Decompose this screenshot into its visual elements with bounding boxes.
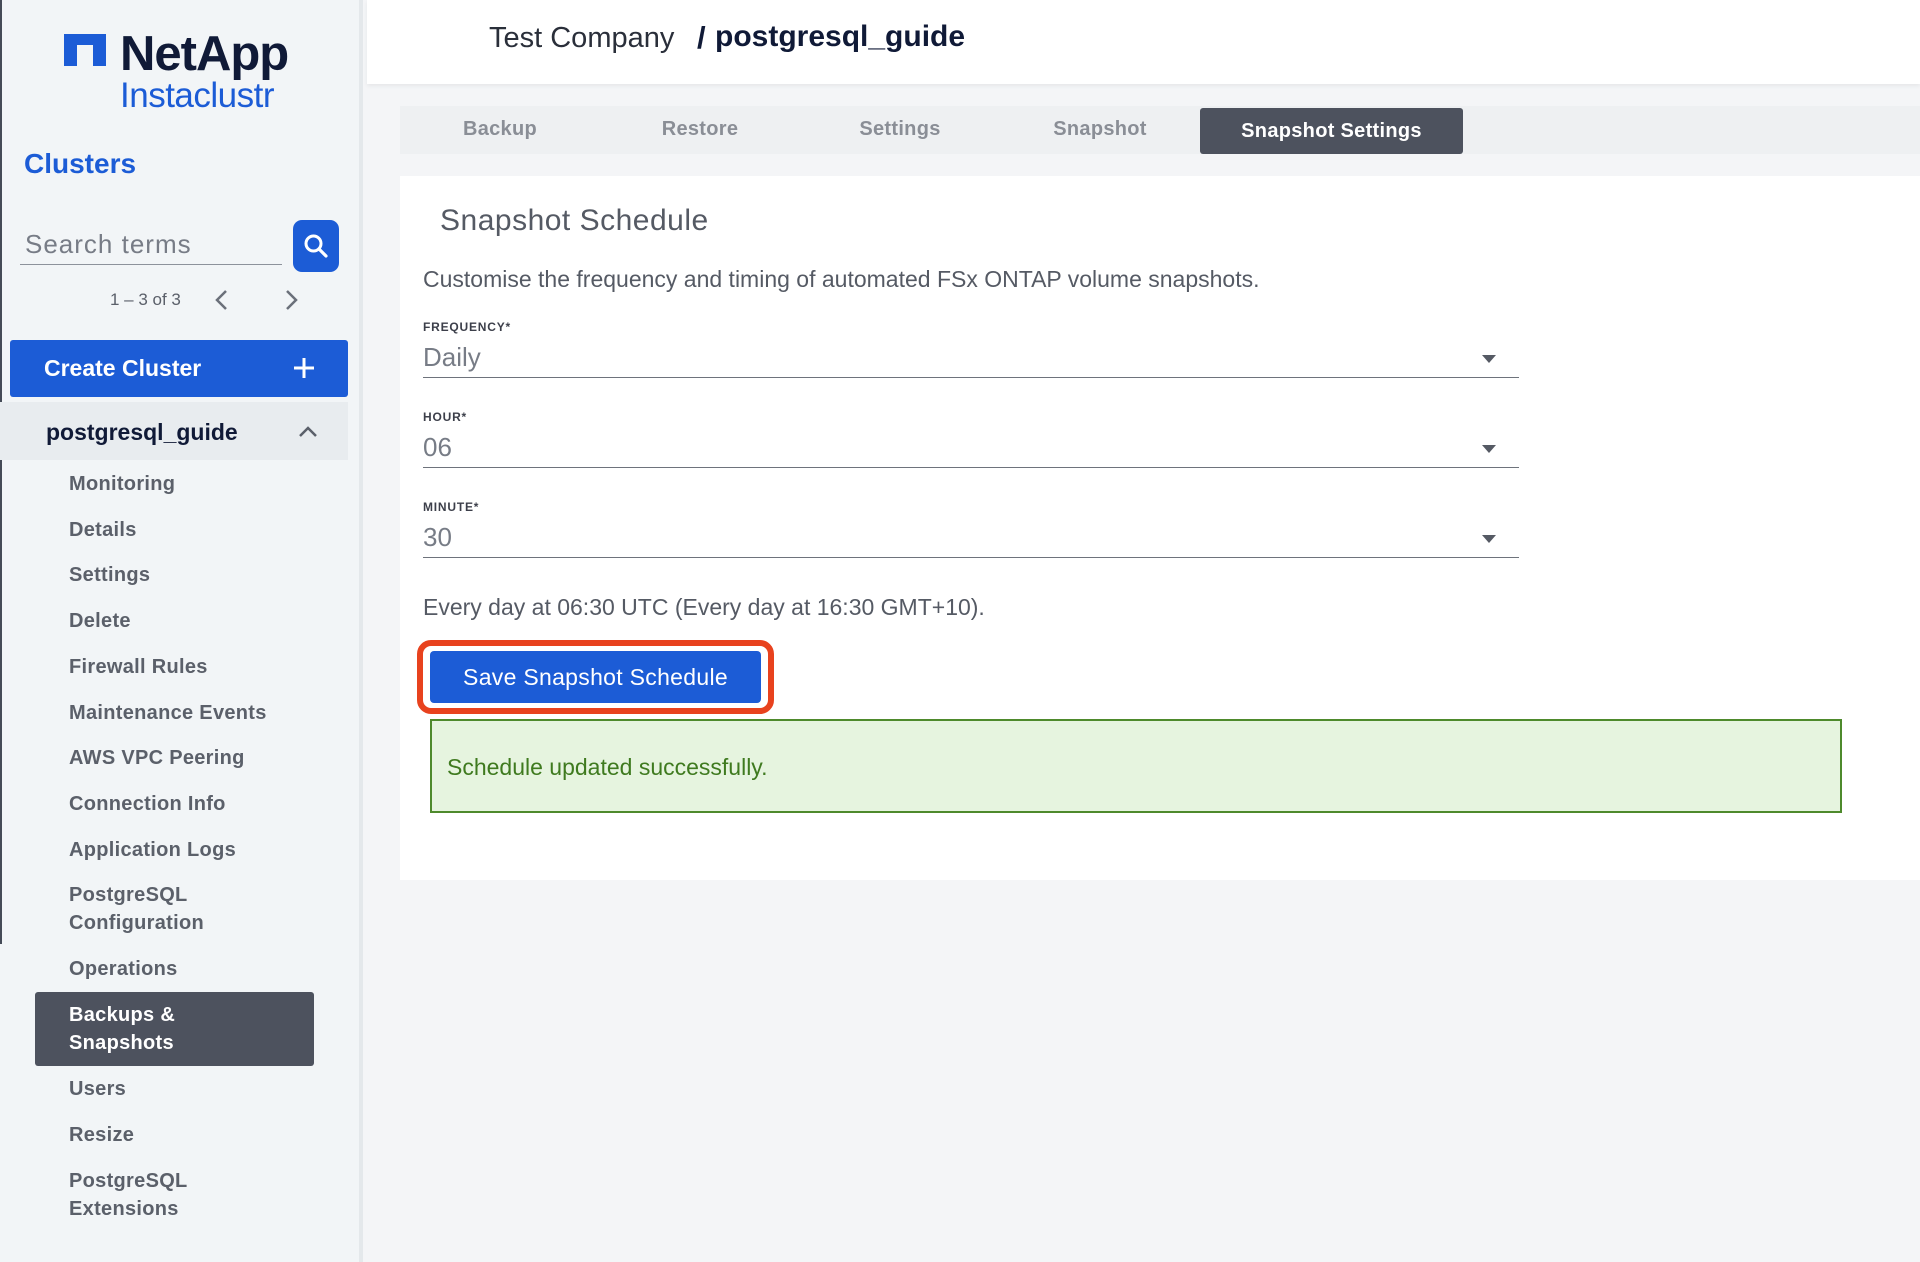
sidebar-item-operations[interactable]: Operations [69,955,178,983]
search-input[interactable] [20,225,282,265]
sidebar-item-settings[interactable]: Settings [69,561,150,589]
tab-snapshot[interactable]: Snapshot [1000,106,1200,152]
cluster-header[interactable]: postgresql_guide [0,402,348,460]
caret-down-icon [1482,535,1496,543]
breadcrumb-cluster: postgresql_guide [715,20,966,53]
sidebar-item-firewall-rules[interactable]: Firewall Rules [69,653,208,681]
chevron-up-icon[interactable] [297,424,319,438]
sidebar-item-postgresql-configuration[interactable]: PostgreSQL Configuration [69,881,204,937]
sidebar: NetApp Instaclustr Clusters 1 – 3 of 3 C… [0,0,363,1262]
success-alert: Schedule updated successfully. [430,719,1842,813]
sidebar-item-details[interactable]: Details [69,516,137,544]
sidebar-item-label-line2: Extensions [69,1198,179,1220]
sidebar-edge [0,0,2,944]
sidebar-item-connection-info[interactable]: Connection Info [69,790,226,818]
schedule-summary: Every day at 06:30 UTC (Every day at 16:… [423,594,985,620]
chevron-right-icon[interactable] [281,288,301,312]
sidebar-item-backups-snapshots[interactable]: Backups & Snapshots [35,992,314,1066]
pagination-range: 1 – 3 of 3 [110,290,181,309]
tab-bar: Backup Restore Settings Snapshot Snapsho… [400,106,1920,154]
sidebar-item-delete[interactable]: Delete [69,607,131,635]
sidebar-item-label-line2: Configuration [69,912,204,934]
caret-down-icon [1482,445,1496,453]
tab-settings[interactable]: Settings [800,106,1000,152]
breadcrumb-company[interactable]: Test Company [489,22,674,55]
sidebar-item-label-line1: PostgreSQL [69,1170,188,1192]
clusters-title: Clusters [24,148,137,179]
frequency-value: Daily [423,342,481,372]
sidebar-item-label-line1: PostgreSQL [69,884,188,906]
hour-value: 06 [423,432,452,462]
sidebar-item-active-label: Backups & Snapshots [69,1001,299,1057]
sidebar-item-label-line2: Snapshots [69,1032,174,1054]
create-cluster-label: Create Cluster [44,355,202,381]
hour-value-box[interactable]: 06 [423,430,1519,468]
hour-label: HOUR* [423,410,468,424]
sidebar-item-resize[interactable]: Resize [69,1121,134,1149]
brand-logo[interactable]: NetApp Instaclustr [64,26,304,116]
tab-backup[interactable]: Backup [400,106,600,152]
caret-down-icon [1482,355,1496,363]
breadcrumb-separator: / [697,20,706,55]
chevron-left-icon[interactable] [212,288,232,312]
minute-value-box[interactable]: 30 [423,520,1519,558]
sidebar-item-application-logs[interactable]: Application Logs [69,836,236,864]
snapshot-schedule-card: Snapshot Schedule Customise the frequenc… [400,176,1920,880]
brand-name: NetApp [120,27,289,81]
search-button[interactable] [293,220,339,272]
frequency-label: FREQUENCY* [423,320,512,334]
cluster-name: postgresql_guide [46,419,238,445]
sidebar-item-monitoring[interactable]: Monitoring [69,470,175,498]
plus-icon [294,358,314,378]
success-message: Schedule updated successfully. [447,754,768,780]
card-description: Customise the frequency and timing of au… [423,266,1260,292]
create-cluster-button[interactable]: Create Cluster [10,340,348,397]
netapp-logo-icon [64,34,106,66]
save-snapshot-schedule-button[interactable]: Save Snapshot Schedule [430,651,761,703]
minute-label: MINUTE* [423,500,480,514]
sidebar-item-label-line1: Backups & [69,1004,176,1026]
sidebar-item-aws-vpc-peering[interactable]: AWS VPC Peering [69,744,245,772]
top-bar: Test Company / postgresql_guide [367,0,1920,84]
tab-restore[interactable]: Restore [600,106,800,152]
sidebar-item-maintenance-events[interactable]: Maintenance Events [69,699,267,727]
sidebar-item-users[interactable]: Users [69,1075,126,1103]
brand-product: Instaclustr [120,76,275,115]
frequency-value-box[interactable]: Daily [423,340,1519,378]
card-title: Snapshot Schedule [440,204,709,237]
minute-value: 30 [423,522,452,552]
tab-snapshot-settings[interactable]: Snapshot Settings [1200,108,1463,154]
sidebar-item-postgresql-extensions[interactable]: PostgreSQL Extensions [69,1167,188,1223]
search-icon [304,234,328,258]
